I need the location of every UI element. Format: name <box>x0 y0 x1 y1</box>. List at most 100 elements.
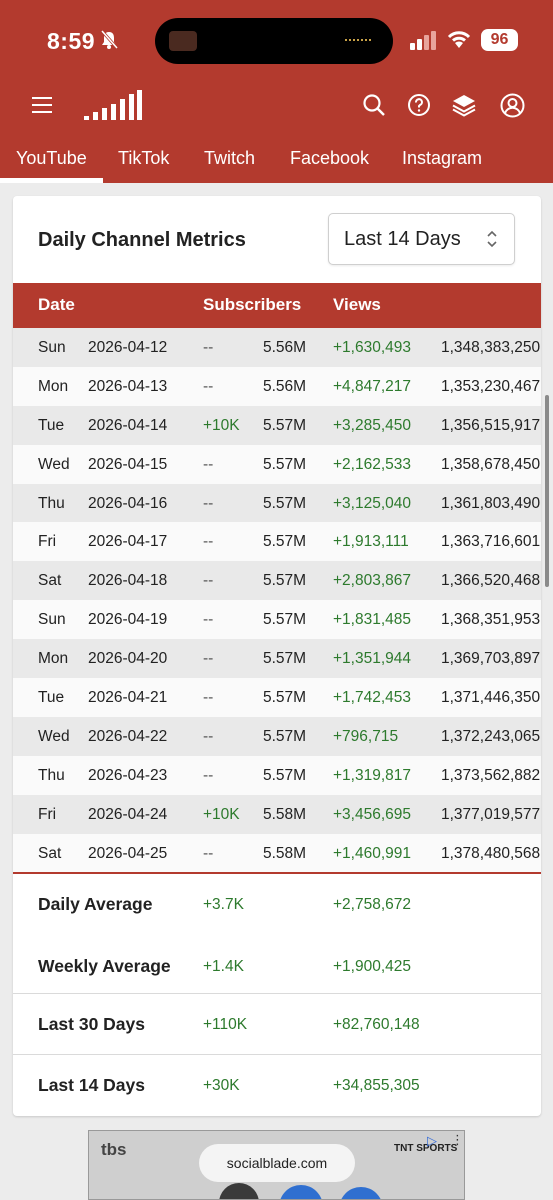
app-header: 8:59 96 <box>0 0 553 133</box>
tab-facebook[interactable]: Facebook <box>290 148 369 169</box>
row-subscriber-change: -- <box>203 727 214 745</box>
metrics-table-body: Sun 2026-04-12 -- 5.56M +1,630,493 1,348,383,… <box>13 328 541 873</box>
socialblade-logo-icon[interactable] <box>84 88 142 127</box>
summary-label: Last 14 Days <box>38 1075 146 1095</box>
layers-icon[interactable] <box>452 93 476 122</box>
table-row: Tue 2026-04-14 +10K 5.57M +3,285,450 1,356,51… <box>13 405 541 445</box>
row-views-change: +3,456,695 <box>333 805 412 823</box>
row-subscriber-change: -- <box>203 455 214 473</box>
table-row: Sat 2026-04-25 -- 5.58M +1,460,991 1,378,480,… <box>13 833 541 873</box>
cellular-signal-icon <box>410 30 438 55</box>
search-icon[interactable] <box>362 93 386 122</box>
row-subscriber-change: -- <box>203 689 214 707</box>
row-date: 2026-04-12 <box>88 339 168 356</box>
live-activity-thumbnail <box>169 31 197 51</box>
card-title: Daily Channel Metrics <box>38 229 246 251</box>
row-subscriber-total: 5.57M <box>263 455 307 473</box>
ad-banner[interactable]: tbs TNT SPORTS socialblade.com ▷ ⋮ <box>88 1130 465 1200</box>
row-date: 2026-04-16 <box>88 494 168 512</box>
row-views-change: +1,742,453 <box>333 689 412 707</box>
summary-label: Weekly Average <box>38 956 171 976</box>
table-row: Sun 2026-04-12 -- 5.56M +1,630,493 1,348,383,… <box>13 328 541 367</box>
summary-weekly-average: Weekly Average +1.4K +1,900,425 <box>13 936 541 994</box>
ad-choices-icon[interactable]: ▷ <box>427 1133 437 1149</box>
row-views-total: 1,363,716,601 <box>441 533 541 551</box>
row-views-total: 1,369,703,897 <box>441 650 541 668</box>
row-views-total: 1,373,562,882 <box>441 766 541 784</box>
ad-url-pill[interactable]: socialblade.com <box>199 1144 355 1182</box>
row-subscriber-change: -- <box>203 650 214 668</box>
row-views-change: +3,285,450 <box>333 416 412 434</box>
row-subscriber-change: +10K <box>203 805 240 823</box>
row-subscriber-total: 5.58M <box>263 844 307 862</box>
summary-label: Last 30 Days <box>38 1014 146 1034</box>
ad-more-options-icon[interactable]: ⋮ <box>451 1132 464 1148</box>
row-subscriber-total: 5.57M <box>263 650 307 668</box>
row-subscriber-change: -- <box>203 377 214 395</box>
row-subscriber-total: 5.58M <box>263 805 307 823</box>
row-date: 2026-04-23 <box>88 766 168 784</box>
date-range-value: Last 14 Days <box>344 228 461 250</box>
account-icon[interactable] <box>500 93 525 123</box>
column-header-subscribers: Subscribers <box>203 295 302 314</box>
table-row: Sun 2026-04-19 -- 5.57M +1,831,485 1,368,351,… <box>13 600 541 640</box>
row-subscriber-total: 5.57M <box>263 494 307 512</box>
row-date: 2026-04-20 <box>88 650 168 668</box>
summary-subscribers: +30K <box>203 1077 240 1094</box>
tab-instagram[interactable]: Instagram <box>402 148 482 169</box>
row-day: Wed <box>38 727 70 745</box>
table-row: Mon 2026-04-20 -- 5.57M +1,351,944 1,369,703,… <box>13 639 541 679</box>
row-date: 2026-04-17 <box>88 533 168 551</box>
row-date: 2026-04-22 <box>88 727 168 745</box>
row-views-total: 1,371,446,350 <box>441 689 541 707</box>
table-row: Wed 2026-04-22 -- 5.57M +796,715 1,372,243,06… <box>13 716 541 756</box>
chevron-up-down-icon <box>486 229 498 254</box>
active-tab-indicator <box>0 178 103 183</box>
row-views-total: 1,377,019,577 <box>441 805 541 823</box>
row-day: Mon <box>38 377 69 395</box>
row-subscriber-total: 5.56M <box>263 377 307 395</box>
scrollbar[interactable] <box>545 395 549 587</box>
row-day: Tue <box>38 689 65 707</box>
summary-subscribers: +3.7K <box>203 896 244 913</box>
summary-label: Daily Average <box>38 894 153 914</box>
row-day: Mon <box>38 650 69 668</box>
row-day: Thu <box>38 766 65 784</box>
row-views-change: +2,803,867 <box>333 572 412 590</box>
row-views-total: 1,358,678,450 <box>441 455 541 473</box>
summary-views: +82,760,148 <box>333 1016 420 1033</box>
row-day: Sun <box>38 339 66 356</box>
table-row: Wed 2026-04-15 -- 5.57M +2,162,533 1,358,678,… <box>13 444 541 484</box>
row-views-change: +1,319,817 <box>333 766 412 784</box>
tab-twitch[interactable]: Twitch <box>204 148 255 169</box>
row-day: Sat <box>38 844 62 862</box>
summary-daily-average: Daily Average +3.7K +2,758,672 <box>13 874 541 936</box>
date-range-select[interactable]: Last 14 Days <box>328 213 515 265</box>
table-row: Tue 2026-04-21 -- 5.57M +1,742,453 1,371,446,… <box>13 678 541 717</box>
row-date: 2026-04-14 <box>88 416 168 434</box>
row-subscriber-total: 5.57M <box>263 727 307 745</box>
row-day: Fri <box>38 805 57 823</box>
row-views-change: +796,715 <box>333 727 399 745</box>
tab-youtube[interactable]: YouTube <box>16 148 87 169</box>
summary-subscribers: +110K <box>203 1016 248 1033</box>
table-row: Thu 2026-04-16 -- 5.57M +3,125,040 1,361,803,… <box>13 483 541 523</box>
row-subscriber-total: 5.57M <box>263 416 307 434</box>
row-date: 2026-04-24 <box>88 805 168 823</box>
hamburger-menu-icon[interactable] <box>32 97 52 118</box>
tab-tiktok[interactable]: TikTok <box>118 148 169 169</box>
row-date: 2026-04-19 <box>88 611 168 629</box>
row-views-total: 1,356,515,917 <box>441 416 541 434</box>
help-icon[interactable] <box>407 93 431 122</box>
row-subscriber-change: -- <box>203 494 214 512</box>
live-activity-indicator <box>345 39 371 43</box>
bell-muted-icon <box>100 30 119 55</box>
row-views-total: 1,368,351,953 <box>441 611 541 629</box>
table-row: Sat 2026-04-18 -- 5.57M +2,803,867 1,366,520,… <box>13 561 541 601</box>
row-views-change: +1,831,485 <box>333 611 412 629</box>
row-views-change: +1,913,111 <box>333 533 409 551</box>
dynamic-island <box>155 18 393 64</box>
row-date: 2026-04-25 <box>88 844 168 862</box>
row-subscriber-total: 5.56M <box>263 339 307 356</box>
row-subscriber-change: -- <box>203 533 214 551</box>
